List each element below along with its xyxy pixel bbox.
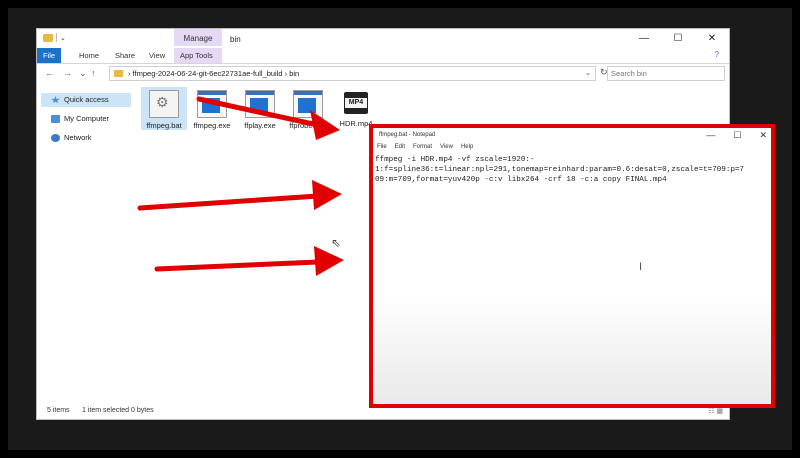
- notepad-title: ffmpeg.bat - Notepad: [379, 132, 436, 138]
- explorer-titlebar: ⌄ Manage bin — ☐ ✕: [37, 29, 729, 48]
- minimize-button[interactable]: —: [627, 29, 661, 48]
- item-count: 5 items: [47, 407, 70, 414]
- minimize-button[interactable]: —: [706, 130, 715, 141]
- file-list: ffmpeg.bat ffmpeg.exe ffplay.exe ffprobe…: [141, 87, 381, 149]
- address-row: ← → ⌄ ↑ › ffmpeg-2024-06-24-git-6ec22731…: [37, 63, 729, 85]
- view-toggle-icons[interactable]: ☷ ▦: [708, 407, 723, 415]
- notepad-titlebar: ffmpeg.bat - Notepad — ☐ ✕: [373, 128, 771, 143]
- manage-tab[interactable]: Manage: [174, 29, 222, 46]
- quick-access-toolbar: ⌄: [43, 33, 66, 42]
- menu-help[interactable]: Help: [461, 144, 473, 154]
- tab-share[interactable]: Share: [109, 48, 141, 63]
- star-icon: [51, 96, 60, 104]
- close-button[interactable]: ✕: [695, 29, 729, 48]
- toolbar-divider: [56, 33, 57, 42]
- menu-file[interactable]: File: [377, 144, 387, 154]
- help-icon[interactable]: ?: [715, 50, 719, 59]
- address-path[interactable]: › ffmpeg-2024-06-24-git-6ec22731ae-full_…: [128, 69, 299, 78]
- file-item-ffmpeg-exe[interactable]: ffmpeg.exe: [189, 87, 235, 130]
- quick-access-dropdown-icon[interactable]: ⌄: [60, 34, 66, 42]
- notepad-window: ffmpeg.bat - Notepad — ☐ ✕ File Edit For…: [369, 124, 775, 408]
- notepad-background: [373, 294, 771, 404]
- selection-info: 1 item selected 0 bytes: [82, 407, 154, 414]
- exe-file-icon: [245, 90, 275, 118]
- window-controls: — ☐ ✕: [627, 29, 729, 48]
- folder-icon: [114, 70, 123, 77]
- tab-home[interactable]: Home: [73, 48, 105, 63]
- notepad-window-controls: — ☐ ✕: [706, 130, 767, 141]
- recent-locations-icon[interactable]: ⌄: [79, 68, 87, 79]
- exe-file-icon: [293, 90, 323, 118]
- network-icon: [51, 134, 60, 143]
- mp4-badge: MP4: [345, 98, 367, 108]
- sidebar-item-label: Network: [64, 133, 92, 142]
- notepad-text-area[interactable]: ffmpeg -i HDR.mp4 -vf zscale=1920:- 1:f=…: [375, 155, 771, 186]
- close-button[interactable]: ✕: [759, 130, 767, 141]
- file-item-ffprobe-exe[interactable]: ffprobe.exe: [285, 87, 331, 130]
- file-item-hdr-mp4[interactable]: MP4 HDR.mp4: [333, 87, 379, 128]
- sidebar-item-network[interactable]: Network: [41, 131, 131, 145]
- address-bar[interactable]: › ffmpeg-2024-06-24-git-6ec22731ae-full_…: [109, 66, 596, 81]
- navigation-pane: Quick access My Computer Network: [37, 85, 135, 395]
- tab-view[interactable]: View: [143, 48, 171, 63]
- notepad-menu-bar: File Edit Format View Help: [373, 144, 473, 154]
- sidebar-item-label: My Computer: [64, 114, 110, 123]
- sidebar-item-quick-access[interactable]: Quick access: [41, 93, 131, 107]
- maximize-button[interactable]: ☐: [661, 29, 695, 48]
- menu-edit[interactable]: Edit: [395, 144, 405, 154]
- tab-file[interactable]: File: [37, 48, 61, 63]
- menu-format[interactable]: Format: [413, 144, 432, 154]
- address-dropdown-icon[interactable]: ⌄: [585, 69, 591, 77]
- sidebar-item-my-computer[interactable]: My Computer: [41, 112, 131, 126]
- menu-view[interactable]: View: [440, 144, 453, 154]
- exe-file-icon: [197, 90, 227, 118]
- file-item-ffplay-exe[interactable]: ffplay.exe: [237, 87, 283, 130]
- window-title: bin: [230, 35, 241, 44]
- maximize-button[interactable]: ☐: [733, 130, 741, 141]
- file-name: ffprobe.exe: [289, 121, 327, 130]
- file-item-ffmpeg-bat[interactable]: ffmpeg.bat: [141, 87, 187, 130]
- mp4-file-icon: MP4: [342, 90, 370, 116]
- file-name: ffplay.exe: [244, 121, 276, 130]
- file-name: ffmpeg.bat: [146, 121, 182, 130]
- search-input[interactable]: Search bin: [607, 66, 725, 81]
- ribbon-tabs: File Home Share View App Tools ?: [37, 48, 729, 64]
- batch-file-icon: [149, 90, 179, 118]
- up-arrow-icon[interactable]: ↑: [91, 68, 96, 78]
- text-cursor-icon: I: [639, 261, 643, 273]
- sidebar-item-label: Quick access: [64, 95, 109, 104]
- tab-app-tools[interactable]: App Tools: [174, 48, 222, 63]
- forward-arrow-icon[interactable]: →: [63, 68, 72, 78]
- file-name: ffmpeg.exe: [193, 121, 231, 130]
- mouse-pointer-icon: ⇖: [331, 236, 342, 250]
- computer-icon: [51, 115, 60, 124]
- folder-icon: [43, 33, 53, 42]
- back-arrow-icon[interactable]: ←: [45, 68, 54, 78]
